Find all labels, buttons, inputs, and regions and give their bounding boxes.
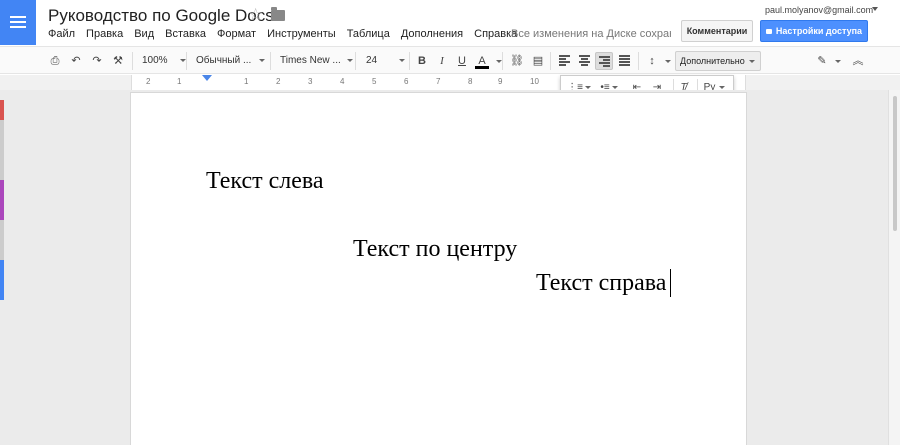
- menu-tools[interactable]: Инструменты: [267, 28, 336, 40]
- document-page[interactable]: [131, 93, 746, 445]
- zoom-value: 100%: [142, 55, 168, 66]
- doc-line-left[interactable]: Текст слева: [206, 168, 324, 195]
- indent-marker-icon[interactable]: [202, 75, 212, 81]
- doc-line-center[interactable]: Текст по центру: [353, 236, 517, 263]
- ruler-mark: 2: [146, 77, 151, 86]
- more-button[interactable]: Дополнительно: [675, 51, 761, 71]
- italic-button[interactable]: I: [433, 52, 451, 70]
- ruler-mark: 5: [372, 77, 377, 86]
- document-title[interactable]: Руководство по Google Docs: [48, 6, 274, 26]
- redo-icon[interactable]: ↷: [88, 52, 106, 70]
- menu-edit[interactable]: Правка: [86, 28, 123, 40]
- doc-line-right[interactable]: Текст справа: [536, 270, 666, 297]
- menu-insert[interactable]: Вставка: [165, 28, 206, 40]
- text-cursor: [670, 269, 671, 297]
- ruler-mark: 2: [276, 77, 281, 86]
- save-status[interactable]: Все изменения на Диске сохран...: [511, 28, 671, 40]
- account-email[interactable]: paul.molyanov@gmail.com: [765, 5, 873, 15]
- font-size-value: 24: [366, 55, 378, 66]
- folder-icon[interactable]: [271, 7, 285, 21]
- menu-bar: Файл Правка Вид Вставка Формат Инструмен…: [48, 28, 528, 40]
- ruler-mark: 6: [404, 77, 409, 86]
- ruler-mark: 9: [498, 77, 503, 86]
- collapse-menus-icon[interactable]: ︽: [849, 52, 867, 70]
- share-label: Настройки доступа: [775, 26, 863, 36]
- undo-icon[interactable]: ↶: [67, 52, 85, 70]
- font-select[interactable]: Times New ...: [280, 51, 353, 71]
- account-caret-icon[interactable]: [872, 7, 878, 11]
- align-right-button[interactable]: [595, 52, 613, 70]
- scrollbar-thumb[interactable]: [893, 96, 897, 231]
- docs-logo-icon[interactable]: [0, 0, 36, 45]
- paint-format-icon[interactable]: ⚒: [109, 52, 127, 70]
- app-header: Руководство по Google Docs ☆ Файл Правка…: [0, 0, 900, 45]
- share-button[interactable]: Настройки доступа: [760, 20, 868, 42]
- ruler-mark: 1: [244, 77, 249, 86]
- star-icon[interactable]: ☆: [248, 5, 263, 25]
- line-spacing-icon[interactable]: ↕: [643, 52, 661, 70]
- more-label: Дополнительно: [680, 56, 745, 66]
- document-canvas: [0, 90, 900, 445]
- font-size-select[interactable]: 24: [366, 51, 406, 71]
- ruler-mark: 4: [340, 77, 345, 86]
- toolbar: ⎙ ↶ ↷ ⚒ 100% Обычный ... Times New ... 2…: [0, 46, 900, 74]
- align-justify-button[interactable]: [615, 52, 633, 70]
- ruler-mark: 7: [436, 77, 441, 86]
- ruler-row: 2 1 1 2 3 4 5 6 7 8 9 10 11: [0, 75, 900, 90]
- menu-view[interactable]: Вид: [134, 28, 154, 40]
- editing-mode-icon[interactable]: ✎: [813, 52, 831, 70]
- menu-file[interactable]: Файл: [48, 28, 75, 40]
- menu-addons[interactable]: Дополнения: [401, 28, 463, 40]
- print-icon[interactable]: ⎙: [46, 52, 64, 70]
- comment-icon[interactable]: ▤: [529, 52, 547, 70]
- comments-button[interactable]: Комментарии: [681, 20, 753, 42]
- zoom-select[interactable]: 100%: [142, 51, 186, 71]
- left-edge-strip: [0, 100, 4, 300]
- ruler-mark: 10: [530, 77, 539, 86]
- ruler-mark: 8: [468, 77, 473, 86]
- style-select[interactable]: Обычный ...: [196, 51, 266, 71]
- align-center-button[interactable]: [575, 52, 593, 70]
- menu-table[interactable]: Таблица: [347, 28, 390, 40]
- link-icon[interactable]: ⛓: [508, 52, 526, 70]
- text-color-button[interactable]: A: [473, 52, 491, 70]
- lock-icon: [765, 29, 772, 34]
- ruler-mark: 1: [177, 77, 182, 86]
- align-left-button[interactable]: [555, 52, 573, 70]
- bold-button[interactable]: B: [413, 52, 431, 70]
- font-value: Times New ...: [280, 55, 341, 66]
- underline-button[interactable]: U: [453, 52, 471, 70]
- ruler-mark: 3: [308, 77, 313, 86]
- menu-format[interactable]: Формат: [217, 28, 256, 40]
- style-value: Обычный ...: [196, 55, 252, 66]
